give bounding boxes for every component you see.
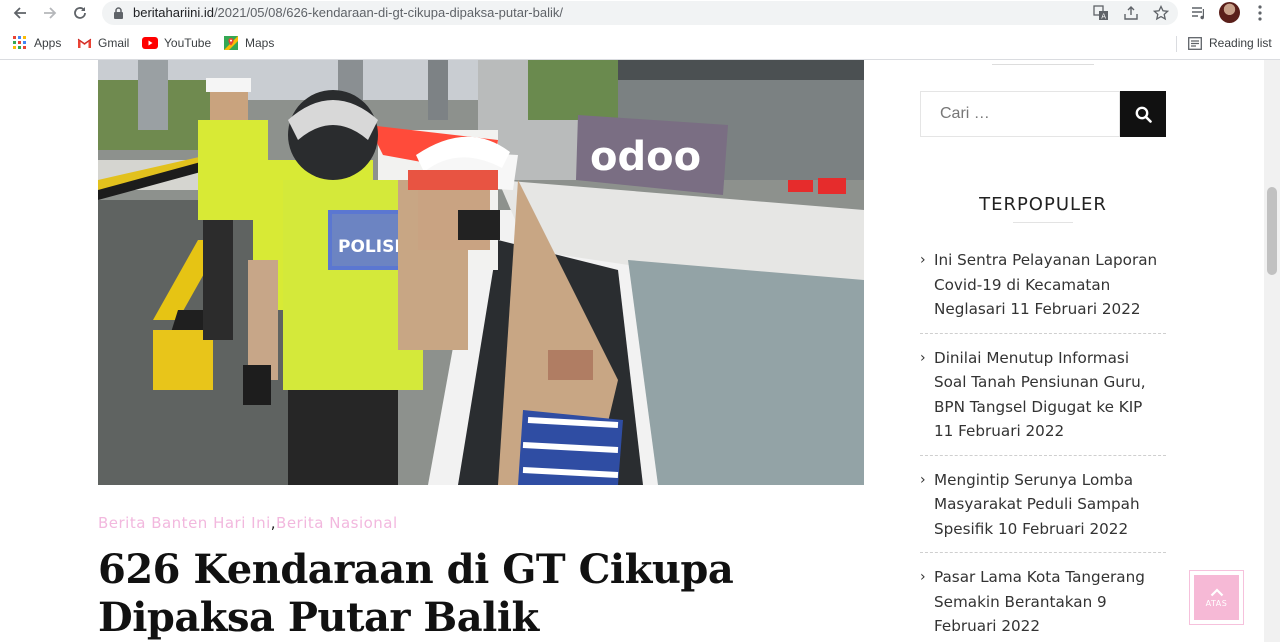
media-queue-icon[interactable]: [1189, 3, 1209, 23]
popular-post-title[interactable]: Ini Sentra Pelayanan Laporan Covid-19 di…: [934, 251, 1157, 318]
article-featured-image[interactable]: odoo POLISI: [98, 60, 864, 485]
lock-icon[interactable]: [109, 4, 127, 22]
svg-text:A: A: [1101, 13, 1106, 21]
web-page: odoo POLISI Berita Banten Hari Ini,Berit…: [0, 60, 1264, 642]
vest-text: POLISI: [338, 237, 401, 257]
popular-widget-title: TERPOPULER: [979, 194, 1107, 215]
popular-post-item[interactable]: › Mengintip Serunya Lomba Masyarakat Ped…: [920, 468, 1166, 553]
widget-title-underline: [1013, 222, 1073, 223]
gmail-icon: [76, 36, 92, 50]
bookmark-maps[interactable]: Maps: [223, 35, 274, 51]
popular-post-item[interactable]: › Pasar Lama Kota Tangerang Semakin Bera…: [920, 565, 1166, 642]
reload-icon: [74, 7, 86, 19]
chevron-right-icon: ›: [920, 471, 926, 488]
popular-posts-list: › Ini Sentra Pelayanan Laporan Covid-19 …: [920, 248, 1166, 642]
page-scrollbar[interactable]: [1264, 60, 1280, 642]
back-to-top-inner: ATAS: [1194, 575, 1239, 620]
police-checkpoint-photo: odoo POLISI: [98, 60, 864, 485]
popular-post-title[interactable]: Pasar Lama Kota Tangerang Semakin Berant…: [934, 568, 1145, 635]
maps-icon: [223, 36, 239, 50]
popular-post-item[interactable]: › Dinilai Menutup Informasi Soal Tanah P…: [920, 346, 1166, 456]
chevron-right-icon: ›: [920, 569, 926, 585]
url-host: beritahariini.id: [133, 5, 214, 20]
category-link-banten[interactable]: Berita Banten Hari Ini: [98, 514, 271, 532]
bookmark-gmail[interactable]: Gmail: [76, 35, 129, 51]
back-to-top-label: ATAS: [1205, 598, 1228, 608]
bookmark-youtube[interactable]: YouTube: [142, 35, 211, 51]
article-categories: Berita Banten Hari Ini,Berita Nasional: [98, 514, 398, 532]
bookmark-apps[interactable]: Apps: [12, 35, 61, 51]
scrollbar-thumb[interactable]: [1267, 187, 1277, 275]
translate-icon[interactable]: A: [1092, 4, 1110, 22]
popular-post-item[interactable]: › Ini Sentra Pelayanan Laporan Covid-19 …: [920, 248, 1166, 334]
address-bar[interactable]: beritahariini.id/2021/05/08/626-kendaraa…: [102, 1, 1178, 25]
share-icon[interactable]: [1122, 4, 1140, 22]
browser-toolbar: beritahariini.id/2021/05/08/626-kendaraa…: [0, 0, 1280, 26]
bookmark-label: Apps: [34, 36, 62, 50]
youtube-icon: [142, 36, 158, 50]
forward-arrow-icon: [44, 7, 57, 19]
search-icon: [1135, 106, 1152, 123]
article-title: 626 Kendaraan di GT Cikupa Dipaksa Putar…: [98, 546, 734, 641]
chevron-up-icon: [1210, 587, 1223, 596]
apps-grid-icon: [12, 36, 28, 50]
back-button[interactable]: [9, 2, 31, 24]
back-to-top-button[interactable]: ATAS: [1189, 570, 1244, 625]
category-link-nasional[interactable]: Berita Nasional: [276, 514, 398, 532]
search-input[interactable]: Cari …: [920, 91, 1120, 137]
bookmarks-bar: Apps Gmail YouTube Maps Reading list: [0, 27, 1280, 60]
back-arrow-icon: [13, 7, 26, 19]
reading-list-label: Reading list: [1209, 36, 1272, 50]
popular-post-title[interactable]: Dinilai Menutup Informasi Soal Tanah Pen…: [934, 349, 1146, 441]
search-button[interactable]: [1120, 91, 1166, 137]
url-path: /2021/05/08/626-kendaraan-di-gt-cikupa-d…: [213, 5, 563, 20]
reading-list-button[interactable]: Reading list: [1187, 35, 1272, 51]
menu-dots-icon[interactable]: [1250, 3, 1270, 23]
url-text[interactable]: beritahariini.id/2021/05/08/626-kendaraa…: [133, 5, 563, 20]
forward-button[interactable]: [39, 2, 61, 24]
reading-list-icon: [1187, 36, 1203, 50]
bookmark-star-icon[interactable]: [1152, 4, 1170, 22]
reload-button[interactable]: [69, 2, 91, 24]
chevron-right-icon: ›: [920, 252, 926, 268]
bookmark-label: YouTube: [164, 36, 212, 50]
bookmark-label: Maps: [245, 36, 275, 50]
bookmarks-divider: [1176, 36, 1177, 52]
car-sign-text: odoo: [590, 134, 701, 180]
bookmark-label: Gmail: [98, 36, 130, 50]
sidebar-divider: [992, 64, 1094, 65]
profile-avatar[interactable]: [1219, 2, 1240, 23]
chevron-right-icon: ›: [920, 349, 926, 366]
popular-post-title[interactable]: Mengintip Serunya Lomba Masyarakat Pedul…: [934, 471, 1140, 538]
